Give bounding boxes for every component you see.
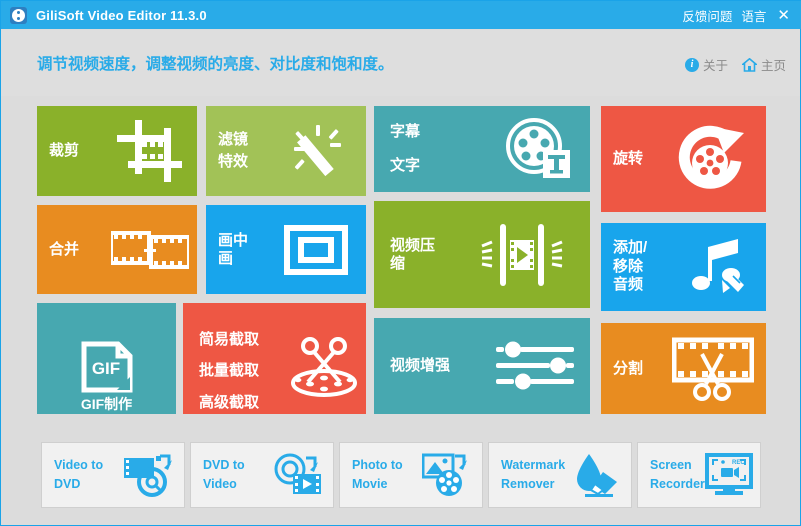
home-label: 主页 xyxy=(760,59,786,73)
tile-merge[interactable]: 合并 xyxy=(37,205,197,294)
tile-pip-labels: 画中 画 xyxy=(218,205,248,294)
button-dvd-to-video-label: DVD to Video xyxy=(203,458,245,491)
close-icon[interactable]: ✕ xyxy=(775,8,792,23)
rotate-reel-icon xyxy=(670,121,750,197)
music-pencil-icon xyxy=(686,235,754,299)
tile-crop-labels: 裁剪 xyxy=(49,106,79,196)
feedback-link[interactable]: 反馈问题 xyxy=(682,6,732,25)
info-icon: i xyxy=(684,57,699,72)
button-watermark-remover[interactable]: Watermark Remover xyxy=(488,442,632,508)
tile-enhance-labels: 视频增强 xyxy=(390,318,450,414)
reel-text-icon xyxy=(500,116,572,182)
tile-split[interactable]: 分割 xyxy=(601,323,766,414)
svg-text:REC: REC xyxy=(732,460,745,466)
tile-video-compress[interactable]: 视频压 缩 xyxy=(374,201,590,308)
tile-subtitle-labels: 字幕 文字 xyxy=(390,106,420,192)
tile-picture-in-picture[interactable]: 画中 画 xyxy=(206,205,366,294)
scissors-reel-icon xyxy=(288,334,360,400)
tile-filter-label-2: 特效 xyxy=(218,153,249,170)
home-icon xyxy=(741,57,757,72)
tile-split-label: 分割 xyxy=(613,359,644,377)
tile-merge-labels: 合并 xyxy=(49,205,79,294)
photo-reel-icon xyxy=(422,452,472,498)
application-window: GiliSoft Video Editor 11.3.0 反馈问题 语言 ✕ 调… xyxy=(0,0,801,526)
tile-audio-label-3: 音频 xyxy=(613,276,644,294)
tile-cut-label-3: 高级截取 xyxy=(199,393,260,411)
about-link[interactable]: i 关于 xyxy=(684,55,728,74)
disc-film-icon xyxy=(273,452,323,498)
button-video-to-dvd-label: Video to DVD xyxy=(54,458,104,491)
tile-cut-labels: 简易截取 批量截取 高级截取 xyxy=(199,303,259,414)
tile-audio-label-1: 添加/ xyxy=(613,238,648,256)
tile-crop[interactable]: 裁剪 xyxy=(37,106,197,196)
tile-add-remove-audio[interactable]: 添加/ 移除 音频 xyxy=(601,223,766,311)
film-disc-icon xyxy=(124,452,174,498)
tile-gif-labels: GIF制作 xyxy=(37,303,176,414)
header-bar: 调节视频速度，调整视频的亮度、对比度和饱和度。 i 关于 主页 xyxy=(1,30,800,96)
about-label: 关于 xyxy=(702,59,728,73)
tile-gif-maker[interactable]: GIF制作 GIF xyxy=(37,303,176,414)
tile-merge-label: 合并 xyxy=(49,240,80,258)
magic-wand-icon xyxy=(286,120,350,182)
film-reel-icon xyxy=(10,6,27,24)
tile-crop-label: 裁剪 xyxy=(49,142,80,160)
button-screen-recorder-label: Screen Recorder xyxy=(650,458,705,491)
tile-compress-label-1: 视频压 xyxy=(390,236,436,254)
film-crop-icon xyxy=(117,120,183,182)
tile-audio-labels: 添加/ 移除 音频 xyxy=(613,223,647,311)
tile-rotate[interactable]: 旋转 xyxy=(601,106,766,212)
header-links: i 关于 主页 xyxy=(684,55,786,74)
tile-filter-effects[interactable]: 滤镜 特效 xyxy=(206,106,366,196)
tile-subtitle-text[interactable]: 字幕 文字 xyxy=(374,106,590,192)
language-link[interactable]: 语言 xyxy=(741,6,766,25)
tile-filter-label-1: 滤镜 xyxy=(218,131,249,149)
droplet-eraser-icon xyxy=(573,452,621,498)
tile-audio-label-2: 移除 xyxy=(613,257,644,275)
tile-cut[interactable]: 简易截取 批量截取 高级截取 xyxy=(183,303,366,414)
tile-pip-label-1: 画中 xyxy=(218,232,249,250)
film-scissors-icon xyxy=(672,334,754,404)
tile-subtitle-label-1: 字幕 xyxy=(390,122,421,140)
tile-rotate-labels: 旋转 xyxy=(613,106,643,212)
tile-gif-label: GIF制作 xyxy=(80,395,133,412)
tile-subtitle-label-2: 文字 xyxy=(390,157,421,174)
compress-film-icon xyxy=(470,218,574,292)
tile-rotate-label: 旋转 xyxy=(613,150,644,168)
monitor-rec-icon: REC xyxy=(704,453,753,497)
bottom-toolbar: Video to DVD DVD to Video Photo to Movie… xyxy=(1,425,800,525)
tile-compress-labels: 视频压 缩 xyxy=(390,201,435,308)
button-photo-to-movie[interactable]: Photo to Movie xyxy=(339,442,483,508)
tile-video-enhance[interactable]: 视频增强 xyxy=(374,318,590,414)
tile-cut-label-2: 批量截取 xyxy=(199,362,260,379)
title-bar-right: 反馈问题 语言 ✕ xyxy=(682,6,792,25)
sliders-icon xyxy=(496,337,574,395)
tile-split-labels: 分割 xyxy=(613,323,643,414)
tile-pip-label-2: 画 xyxy=(218,249,234,267)
title-bar: GiliSoft Video Editor 11.3.0 反馈问题 语言 ✕ xyxy=(1,1,801,29)
home-link[interactable]: 主页 xyxy=(741,55,786,74)
frame-in-frame-icon xyxy=(284,224,348,275)
button-video-to-dvd[interactable]: Video to DVD xyxy=(41,442,185,508)
two-films-icon xyxy=(111,229,189,271)
button-photo-to-movie-label: Photo to Movie xyxy=(352,458,403,491)
page-subtitle: 调节视频速度，调整视频的亮度、对比度和饱和度。 xyxy=(37,56,394,73)
button-dvd-to-video[interactable]: DVD to Video xyxy=(190,442,334,508)
tile-filter-labels: 滤镜 特效 xyxy=(218,106,248,196)
tile-compress-label-2: 缩 xyxy=(390,254,406,272)
title-bar-left: GiliSoft Video Editor 11.3.0 xyxy=(10,6,207,24)
app-title: GiliSoft Video Editor 11.3.0 xyxy=(36,7,207,23)
button-screen-recorder[interactable]: Screen Recorder REC xyxy=(637,442,761,508)
tile-enhance-label: 视频增强 xyxy=(390,357,451,375)
button-watermark-remover-label: Watermark Remover xyxy=(501,458,566,491)
tile-cut-label-1: 简易截取 xyxy=(199,330,260,348)
